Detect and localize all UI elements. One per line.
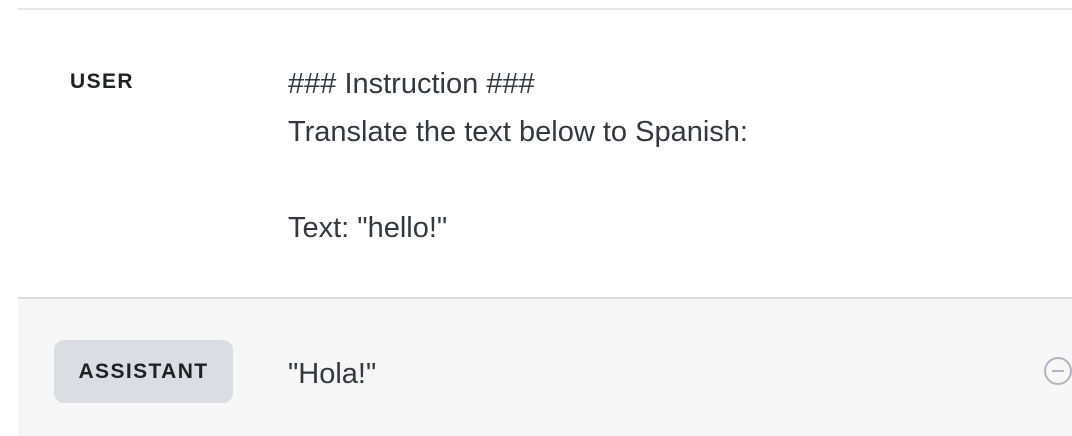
message-line-empty — [288, 156, 748, 204]
assistant-message-row: ASSISTANT "Hola!" — [18, 299, 1072, 436]
minus-bar — [1052, 370, 1064, 372]
assistant-message-text[interactable]: "Hola!" — [288, 350, 376, 398]
message-line: Translate the text below to Spanish: — [288, 116, 748, 148]
message-line: "Hola!" — [288, 358, 377, 390]
message-line: ### Instruction ### — [288, 68, 535, 100]
user-role-label[interactable]: USER — [70, 70, 134, 94]
assistant-role-label: ASSISTANT — [78, 359, 209, 383]
message-line: Text: "hello!" — [288, 212, 448, 244]
user-message-text[interactable]: ### Instruction ### Translate the text be… — [288, 60, 748, 252]
assistant-role-toggle[interactable]: ASSISTANT — [54, 340, 233, 403]
minus-circle-icon[interactable] — [1044, 357, 1072, 385]
user-message-row: USER ### Instruction ### Translate the te… — [18, 10, 1072, 298]
playground-chat-panel: USER ### Instruction ### Translate the te… — [0, 0, 1072, 436]
